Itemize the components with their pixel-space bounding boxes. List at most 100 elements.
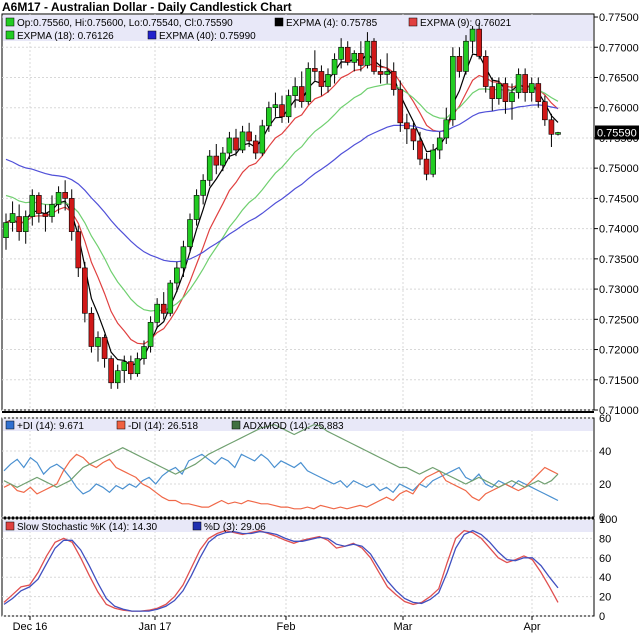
price-tick-label: 0.74000 bbox=[599, 224, 639, 236]
adx-tick-label: 20 bbox=[599, 479, 611, 491]
candle-down bbox=[417, 140, 423, 160]
candle-down bbox=[390, 71, 397, 90]
legend-expma40-swatch bbox=[147, 30, 157, 40]
candle-up bbox=[384, 71, 390, 75]
price-tick-label: 0.77000 bbox=[599, 42, 639, 54]
candle-up bbox=[266, 107, 272, 127]
adx-tick-label: 60 bbox=[599, 413, 611, 425]
stochastic-tick-label: 80 bbox=[599, 533, 611, 545]
candle-up bbox=[259, 125, 266, 154]
candle-up bbox=[187, 219, 193, 248]
legend-stoch-k-swatch bbox=[5, 521, 15, 531]
candle-up bbox=[9, 213, 16, 223]
candle-down bbox=[482, 56, 489, 87]
candle-down bbox=[233, 137, 239, 151]
legend-expma4-swatch bbox=[274, 17, 284, 27]
last-price-label: 0.75590 bbox=[597, 127, 637, 139]
candle-up bbox=[272, 104, 279, 109]
legend-stoch-d: %D (3): 29.06 bbox=[204, 522, 266, 533]
candle-down bbox=[75, 231, 82, 269]
x-axis-label: Mar bbox=[394, 621, 413, 633]
candle-up bbox=[200, 179, 206, 196]
candle-down bbox=[502, 83, 509, 102]
candle-down bbox=[16, 216, 22, 232]
adx-tick-label: 40 bbox=[599, 446, 611, 458]
candle-up bbox=[114, 370, 121, 384]
legend-minus-di-swatch bbox=[116, 420, 126, 430]
candle-up bbox=[436, 137, 443, 151]
candle-down bbox=[108, 358, 114, 384]
candle-up bbox=[167, 282, 174, 314]
x-axis-label: Feb bbox=[277, 621, 296, 633]
candle-up bbox=[22, 216, 29, 232]
candle-up bbox=[331, 59, 338, 75]
candle-up bbox=[147, 322, 154, 347]
legend-ohlc: Op:0.75560, Hi:0.75600, Lo:0.75540, Cl:0… bbox=[17, 18, 233, 29]
stochastic-tick-label: 20 bbox=[599, 592, 611, 604]
candle-down bbox=[36, 195, 42, 214]
candle-up bbox=[496, 83, 502, 99]
candle-down bbox=[42, 213, 49, 217]
candle-down bbox=[377, 71, 384, 75]
candle-down bbox=[298, 86, 305, 102]
candle-up bbox=[3, 222, 9, 238]
legend-expma40: EXPMA (40): 0.75990 bbox=[159, 31, 256, 42]
legend-expma9: EXPMA (9): 0.76021 bbox=[420, 18, 512, 29]
price-tick-label: 0.72500 bbox=[599, 314, 639, 326]
candle-up bbox=[463, 40, 469, 72]
candle-up bbox=[239, 131, 246, 151]
candle-down bbox=[62, 192, 68, 199]
candle-up bbox=[515, 74, 522, 93]
legend-stoch-d-swatch bbox=[192, 521, 202, 531]
chart-canvas: 0.775000.770000.765000.760000.755000.750… bbox=[1, 12, 639, 633]
stochastic-tick-label: 60 bbox=[599, 553, 611, 565]
candle-up bbox=[193, 195, 200, 220]
candle-down bbox=[548, 119, 555, 135]
stochastic-tick-label: 40 bbox=[599, 572, 611, 584]
candle-up bbox=[338, 46, 344, 60]
x-axis-label: Apr bbox=[523, 621, 540, 633]
price-tick-label: 0.72000 bbox=[599, 345, 639, 357]
candle-up bbox=[364, 40, 371, 66]
candle-up bbox=[351, 52, 358, 63]
candle-up bbox=[443, 119, 450, 139]
candle-up bbox=[305, 68, 312, 102]
candle-up bbox=[206, 155, 213, 181]
candle-down bbox=[397, 89, 404, 124]
candle-up bbox=[29, 195, 36, 217]
candle-down bbox=[542, 101, 548, 121]
x-axis-label: Jan 17 bbox=[138, 621, 171, 633]
candle-down bbox=[160, 303, 167, 314]
candle-down bbox=[522, 74, 528, 93]
legend-adx-swatch bbox=[231, 420, 241, 430]
candle-down bbox=[456, 56, 463, 72]
legend-plus-di-swatch bbox=[5, 420, 15, 430]
candle-down bbox=[213, 155, 220, 166]
stochastic-tick-label: 100 bbox=[599, 514, 617, 526]
candle-down bbox=[423, 158, 430, 175]
candle-up bbox=[220, 152, 226, 166]
candle-down bbox=[410, 128, 417, 142]
candle-down bbox=[318, 71, 325, 87]
candle-down bbox=[68, 198, 75, 232]
price-tick-label: 0.71500 bbox=[599, 375, 639, 387]
candle-up bbox=[141, 346, 147, 359]
legend-ohlc-swatch bbox=[5, 17, 15, 27]
price-panel-frame bbox=[1, 13, 595, 411]
candle-up bbox=[174, 267, 180, 284]
candle-up bbox=[469, 28, 476, 42]
legend-minus-di: -DI (14): 26.518 bbox=[128, 421, 198, 432]
candle-down bbox=[252, 140, 259, 154]
candle-down bbox=[476, 28, 482, 57]
legend-expma18-swatch bbox=[5, 30, 15, 40]
price-tick-label: 0.73000 bbox=[599, 284, 639, 296]
candle-up bbox=[121, 361, 128, 372]
price-tick-label: 0.75000 bbox=[599, 163, 639, 175]
candle-down bbox=[312, 68, 318, 72]
price-tick-label: 0.73500 bbox=[599, 254, 639, 266]
candle-up bbox=[49, 204, 55, 217]
candle-down bbox=[101, 337, 108, 359]
candle-up bbox=[134, 358, 141, 375]
candle-down bbox=[82, 267, 88, 314]
candle-up bbox=[430, 149, 436, 175]
